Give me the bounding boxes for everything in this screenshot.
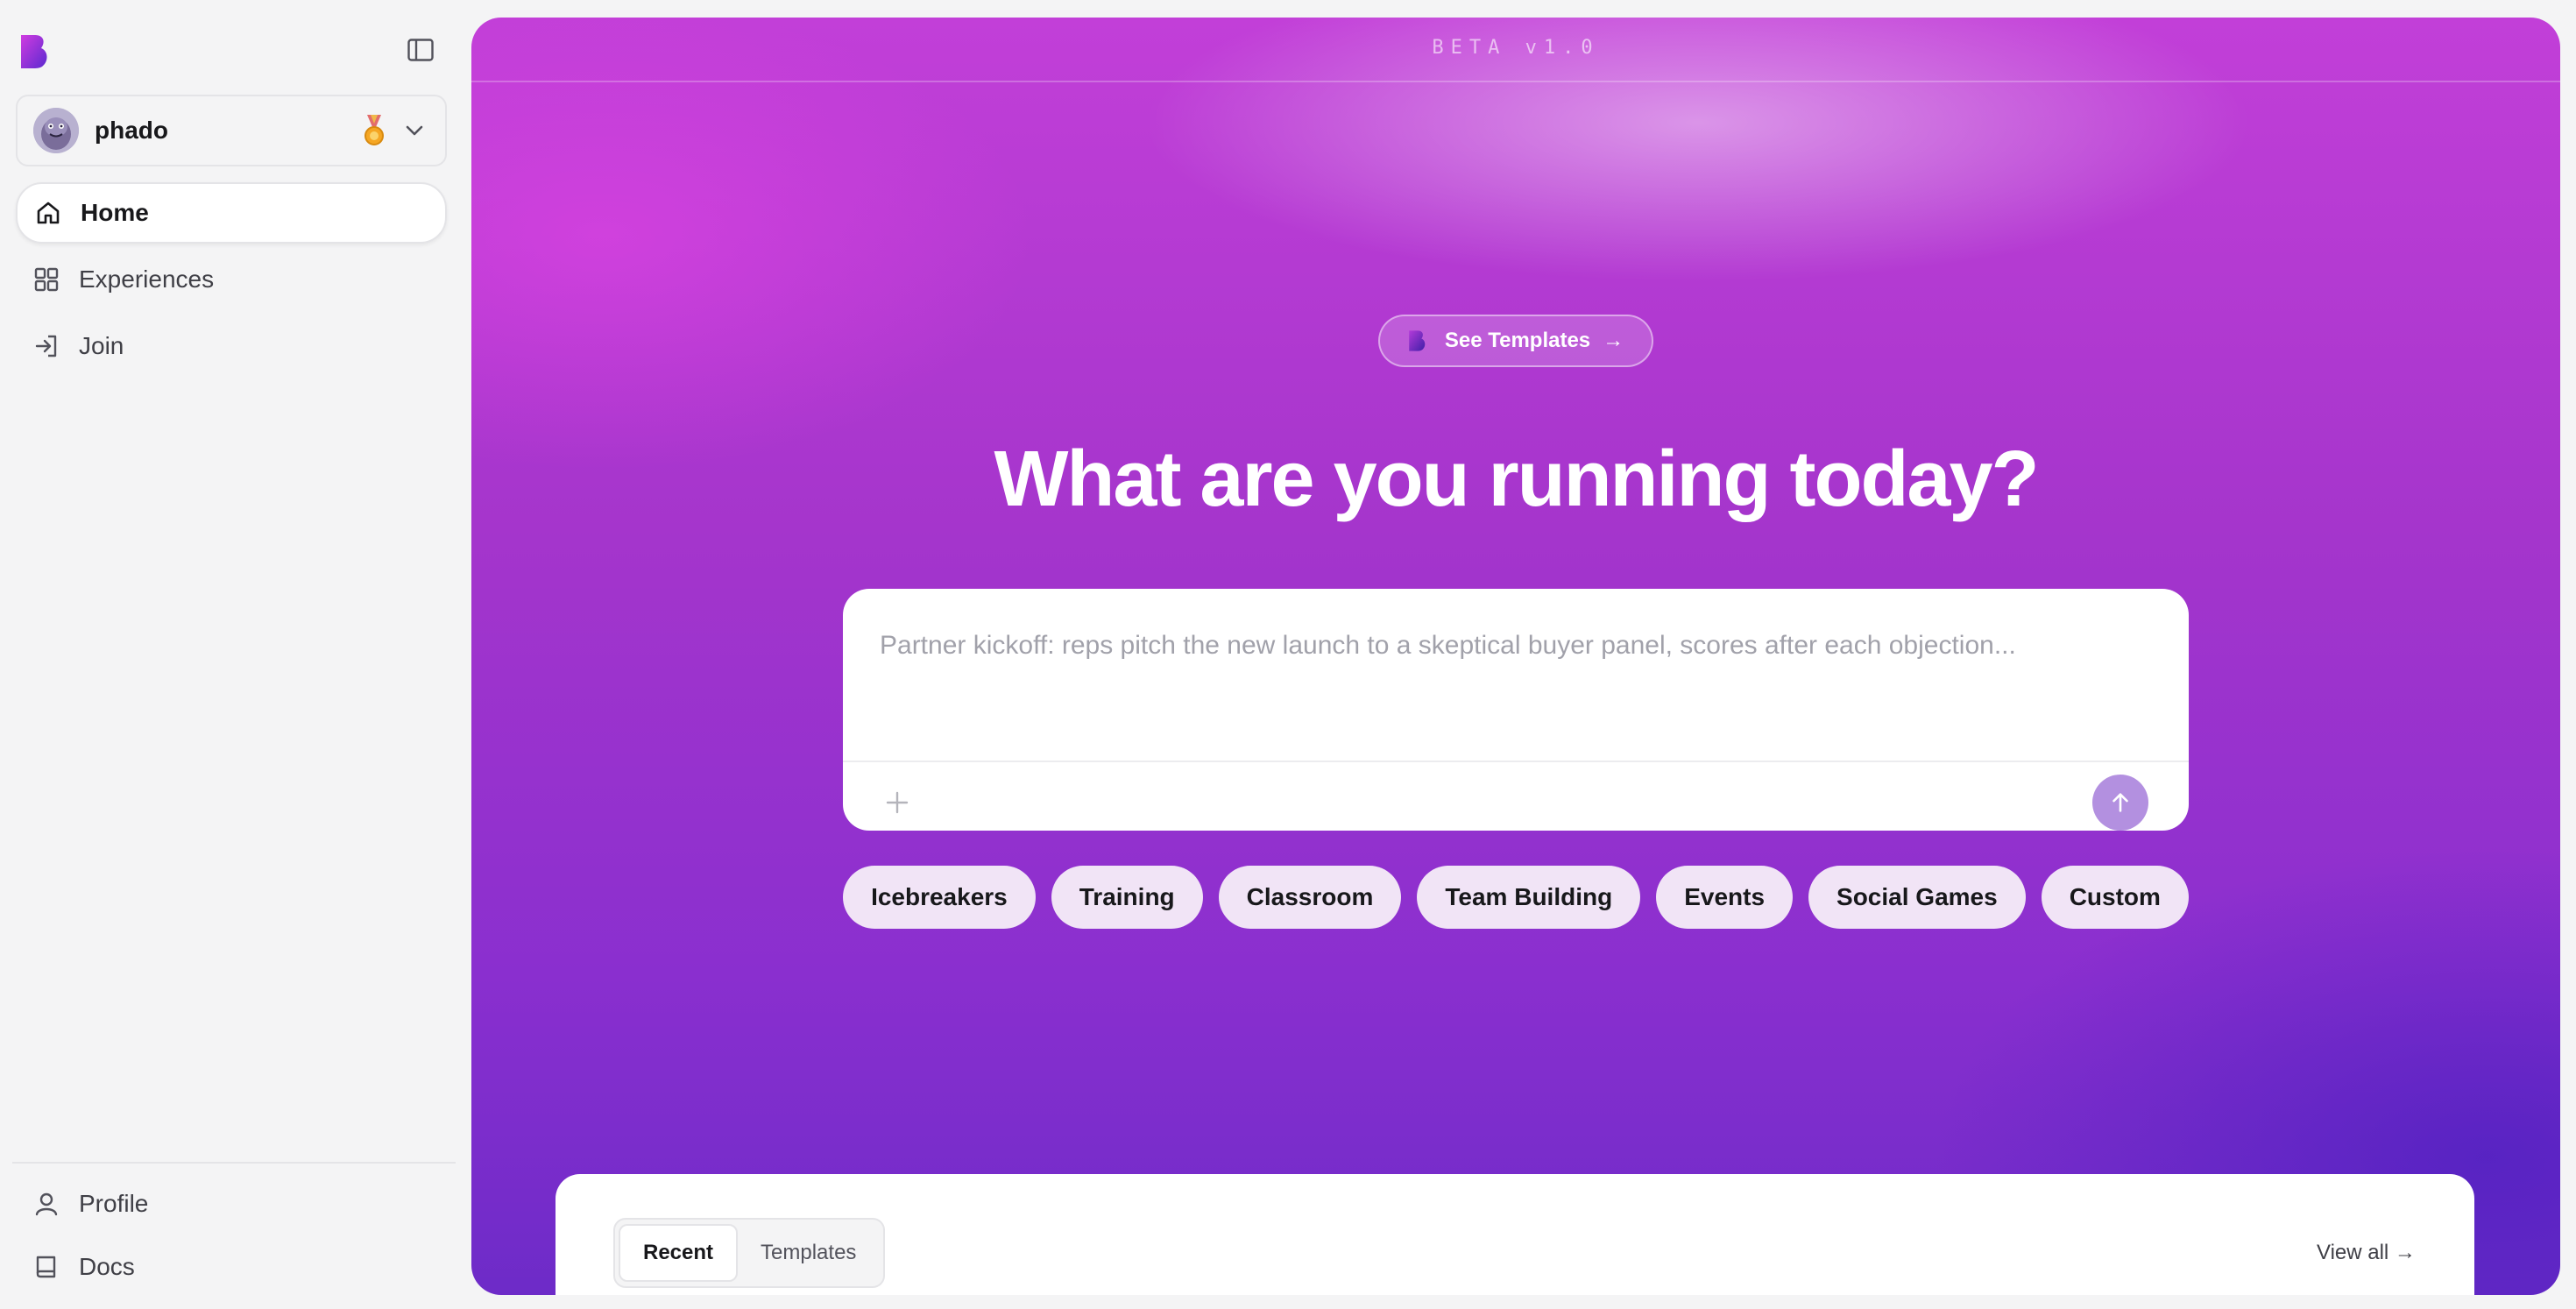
recent-tabs: Recent Templates xyxy=(613,1218,885,1288)
view-all-link[interactable]: View all → xyxy=(2317,1241,2416,1265)
sidebar-item-label: Docs xyxy=(79,1253,135,1280)
sidebar-item-experiences[interactable]: Experiences xyxy=(16,249,447,310)
avatar xyxy=(33,108,79,153)
sidebar-bottom-nav: Profile Docs xyxy=(16,1174,447,1300)
see-templates-button[interactable]: See Templates → xyxy=(1378,315,1653,367)
chevron-down-icon xyxy=(403,119,426,142)
book-icon xyxy=(32,1252,61,1282)
tab-templates[interactable]: Templates xyxy=(738,1224,879,1282)
brand-logo-icon[interactable] xyxy=(19,33,51,70)
prompt-input[interactable] xyxy=(880,631,2141,701)
home-icon xyxy=(33,198,63,228)
sidebar-divider xyxy=(12,1162,456,1164)
composer-divider xyxy=(843,761,2189,762)
recent-panel: Recent Templates View all → xyxy=(556,1174,2474,1295)
account-switcher[interactable]: phado xyxy=(16,95,447,166)
main-panel: BETA v1.0 See Templates → What are you r… xyxy=(471,18,2560,1295)
prompt-composer xyxy=(843,589,2189,831)
brand-logo-icon xyxy=(1408,329,1427,352)
sidebar-toggle-button[interactable] xyxy=(401,35,440,65)
sidebar-item-label: Join xyxy=(79,332,124,359)
grid-icon xyxy=(32,265,61,294)
user-icon xyxy=(32,1189,61,1219)
category-chips: Icebreakers Training Classroom Team Buil… xyxy=(471,866,2560,929)
sidebar: phado Home Experiences Join Profile Docs xyxy=(0,0,470,1309)
sign-in-icon xyxy=(32,331,61,361)
sidebar-item-docs[interactable]: Docs xyxy=(16,1237,447,1297)
medal-icon xyxy=(361,114,387,147)
beta-label: BETA v1.0 xyxy=(1432,37,1600,59)
chip-team-building[interactable]: Team Building xyxy=(1417,866,1641,929)
page-title: What are you running today? xyxy=(994,435,2039,523)
chip-training[interactable]: Training xyxy=(1051,866,1203,929)
arrow-up-icon xyxy=(2112,793,2128,812)
sidebar-item-join[interactable]: Join xyxy=(16,315,447,377)
sidebar-item-label: Profile xyxy=(79,1190,149,1217)
see-templates-label: See Templates xyxy=(1444,329,1591,352)
arrow-right-icon: → xyxy=(1603,329,1624,352)
chip-events[interactable]: Events xyxy=(1656,866,1794,929)
sidebar-item-home[interactable]: Home xyxy=(16,182,447,244)
sidebar-item-label: Experiences xyxy=(79,265,215,293)
sidebar-toggle-icon xyxy=(407,39,434,61)
attach-button[interactable] xyxy=(880,785,915,820)
header-divider xyxy=(471,81,2560,82)
app-window: phado Home Experiences Join Profile Docs… xyxy=(0,0,2576,1309)
account-name: phado xyxy=(95,117,168,144)
chip-social-games[interactable]: Social Games xyxy=(1808,866,2026,929)
chip-custom[interactable]: Custom xyxy=(2041,866,2189,929)
tab-recent[interactable]: Recent xyxy=(619,1224,739,1282)
sidebar-item-profile[interactable]: Profile xyxy=(16,1174,447,1234)
chip-icebreakers[interactable]: Icebreakers xyxy=(843,866,1036,929)
chip-classroom[interactable]: Classroom xyxy=(1218,866,1402,929)
send-button[interactable] xyxy=(2092,775,2148,831)
sidebar-item-label: Home xyxy=(81,199,149,226)
sidebar-nav: Home Experiences Join xyxy=(16,182,447,382)
plus-icon xyxy=(886,791,909,814)
